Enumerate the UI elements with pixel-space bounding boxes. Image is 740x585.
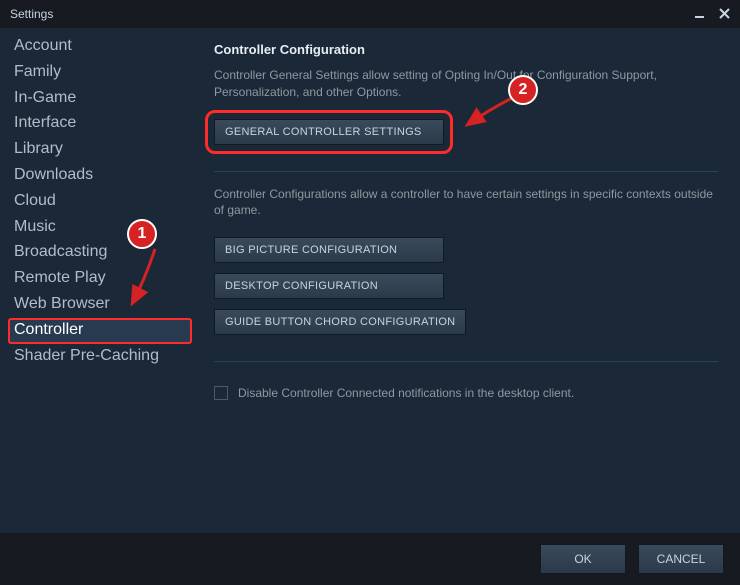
desktop-configuration-button[interactable]: DESKTOP CONFIGURATION [214, 273, 444, 299]
window-body: Account Family In-Game Interface Library… [0, 28, 740, 533]
sidebar-item-remote-play[interactable]: Remote Play [8, 266, 192, 292]
annotation-badge-2: 2 [508, 75, 538, 105]
minimize-icon[interactable] [694, 8, 705, 21]
guide-button-chord-configuration-button[interactable]: GUIDE BUTTON CHORD CONFIGURATION [214, 309, 466, 335]
section-title: Controller Configuration [214, 42, 718, 57]
main-panel: Controller Configuration Controller Gene… [192, 28, 740, 533]
sidebar-item-controller[interactable]: Controller [8, 318, 192, 344]
close-icon[interactable] [719, 8, 730, 21]
section-description-1: Controller General Settings allow settin… [214, 67, 718, 101]
sidebar-item-shader-pre-caching[interactable]: Shader Pre-Caching [8, 344, 192, 370]
annotation-badge-1: 1 [127, 219, 157, 249]
divider [214, 171, 718, 172]
sidebar-item-broadcasting[interactable]: Broadcasting [8, 240, 192, 266]
section-description-2: Controller Configurations allow a contro… [214, 186, 718, 220]
window-controls [694, 8, 730, 21]
disable-notifications-checkbox[interactable] [214, 386, 228, 400]
cancel-button[interactable]: CANCEL [638, 544, 724, 574]
sidebar-item-downloads[interactable]: Downloads [8, 163, 192, 189]
big-picture-configuration-button[interactable]: BIG PICTURE CONFIGURATION [214, 237, 444, 263]
sidebar-item-interface[interactable]: Interface [8, 111, 192, 137]
sidebar-item-in-game[interactable]: In-Game [8, 86, 192, 112]
disable-notifications-label: Disable Controller Connected notificatio… [238, 386, 574, 400]
sidebar: Account Family In-Game Interface Library… [0, 28, 192, 533]
divider-2 [214, 361, 718, 362]
sidebar-item-library[interactable]: Library [8, 137, 192, 163]
sidebar-item-music[interactable]: Music [8, 215, 192, 241]
sidebar-item-family[interactable]: Family [8, 60, 192, 86]
sidebar-item-account[interactable]: Account [8, 34, 192, 60]
footer: OK CANCEL [0, 533, 740, 585]
ok-button[interactable]: OK [540, 544, 626, 574]
titlebar: Settings [0, 0, 740, 28]
sidebar-item-web-browser[interactable]: Web Browser [8, 292, 192, 318]
sidebar-item-cloud[interactable]: Cloud [8, 189, 192, 215]
disable-notifications-row: Disable Controller Connected notificatio… [214, 386, 718, 400]
settings-window: Settings Account Family In-Game Interfac… [0, 0, 740, 585]
general-controller-settings-button[interactable]: GENERAL CONTROLLER SETTINGS [214, 119, 444, 145]
window-title: Settings [10, 7, 53, 21]
